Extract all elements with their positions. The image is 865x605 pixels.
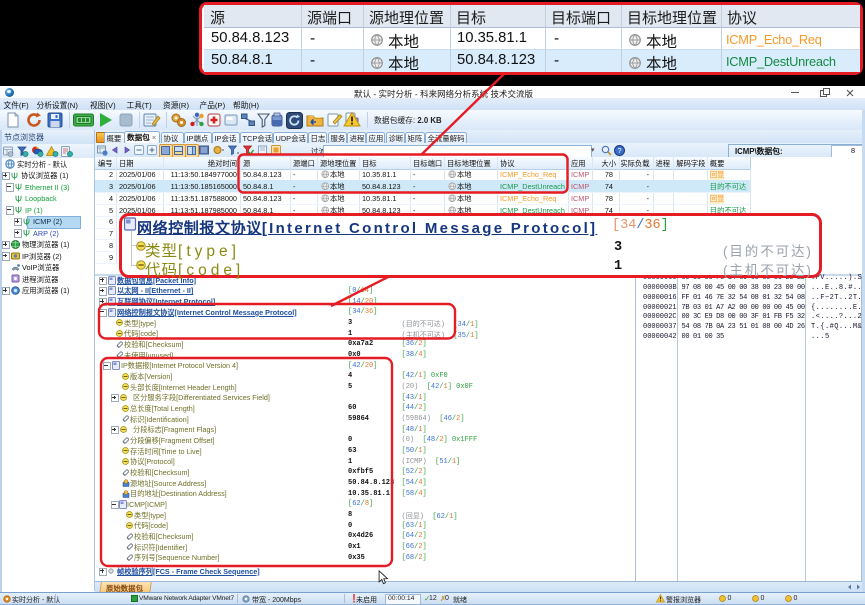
svg-text:?: ? (617, 146, 621, 155)
